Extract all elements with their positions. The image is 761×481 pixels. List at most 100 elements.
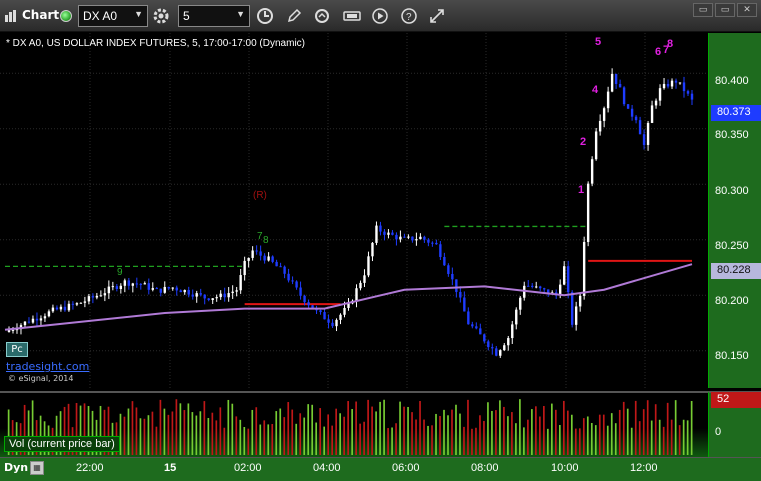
volume-bar bbox=[323, 426, 326, 455]
candle-body bbox=[451, 273, 454, 280]
volume-bar bbox=[415, 419, 417, 455]
volume-bar bbox=[219, 407, 222, 455]
candle-body bbox=[570, 292, 574, 325]
candle-body bbox=[531, 285, 534, 287]
volume-bar bbox=[479, 415, 481, 455]
scale-lock-icon[interactable]: ▦ bbox=[30, 461, 44, 475]
candle-body bbox=[403, 236, 406, 238]
time-mode-label[interactable]: Dyn bbox=[4, 461, 28, 474]
volume-bar bbox=[475, 427, 477, 455]
candle-body bbox=[670, 80, 674, 87]
volume-bar bbox=[327, 414, 330, 455]
candle-body bbox=[543, 288, 546, 290]
candle-body bbox=[467, 311, 470, 325]
candle-body bbox=[475, 326, 478, 329]
restore-button[interactable]: ▭ bbox=[693, 3, 713, 17]
volume-bar bbox=[151, 411, 154, 455]
question-icon[interactable]: ? bbox=[397, 5, 421, 27]
volume-bar bbox=[187, 403, 190, 455]
volume-bar bbox=[435, 413, 437, 455]
candle-body bbox=[610, 73, 614, 92]
volume-bar bbox=[459, 413, 461, 455]
candle-body bbox=[167, 286, 170, 289]
candle-body bbox=[539, 286, 542, 289]
price-chart[interactable]: 56 7842197 8(R) bbox=[0, 33, 708, 388]
window-controls: ▭ ▭ ✕ bbox=[693, 3, 757, 17]
connection-status-icon[interactable] bbox=[60, 10, 72, 22]
chevron-down-icon[interactable]: ▼ bbox=[134, 9, 143, 19]
count-label: 9 bbox=[117, 267, 123, 278]
volume-bar bbox=[650, 420, 653, 455]
candle-body bbox=[654, 100, 658, 106]
candle-body bbox=[471, 324, 474, 327]
candle-body bbox=[35, 318, 39, 321]
volume-bar bbox=[558, 424, 561, 455]
candle-body bbox=[283, 266, 286, 274]
candle-body bbox=[686, 91, 690, 94]
volume-bar bbox=[263, 420, 266, 455]
candle-body bbox=[187, 290, 190, 295]
link-icon[interactable] bbox=[425, 5, 449, 27]
candle-body bbox=[179, 290, 182, 293]
candle-body bbox=[295, 281, 298, 288]
candle-body bbox=[123, 280, 127, 286]
volume-bar bbox=[271, 424, 274, 455]
volume-bar bbox=[395, 423, 397, 455]
volume-bar bbox=[678, 425, 681, 455]
play-icon[interactable] bbox=[368, 5, 392, 27]
chevron-down-icon[interactable]: ▼ bbox=[236, 9, 245, 19]
candle-body bbox=[614, 73, 618, 84]
volume-bar bbox=[642, 409, 645, 455]
price-tick-label: 80.300 bbox=[715, 185, 749, 197]
volume-bar bbox=[399, 401, 401, 455]
candle-body bbox=[407, 236, 410, 238]
candle-body bbox=[590, 159, 594, 184]
clock-icon[interactable] bbox=[253, 5, 277, 27]
candle-body bbox=[111, 286, 115, 288]
volume-bar bbox=[618, 409, 621, 455]
volume-bar bbox=[674, 400, 677, 455]
time-tick-label: 22:00 bbox=[76, 462, 104, 474]
candle-body bbox=[323, 312, 326, 320]
close-button[interactable]: ✕ bbox=[737, 3, 757, 17]
candle-body bbox=[59, 306, 63, 310]
candle-body bbox=[479, 328, 482, 335]
interval-select[interactable]: 5 ▼ bbox=[178, 5, 250, 27]
candle-body bbox=[331, 322, 334, 327]
candle-body bbox=[115, 286, 119, 290]
volume-axis[interactable]: 52 0 bbox=[708, 391, 761, 457]
time-axis[interactable]: Dyn ▦ 22:00 15 02:00 04:00 06:00 08:00 1… bbox=[0, 457, 761, 481]
volume-bar bbox=[159, 399, 162, 455]
candle-body bbox=[455, 279, 458, 292]
symbol-input[interactable]: DX A0 ▼ bbox=[78, 5, 148, 27]
volume-bar bbox=[195, 415, 198, 455]
volume-bar bbox=[315, 422, 318, 455]
volume-bar bbox=[543, 405, 545, 455]
candle-body bbox=[307, 302, 310, 306]
candle-body bbox=[243, 260, 246, 276]
volume-bar bbox=[407, 406, 409, 455]
gear-icon[interactable] bbox=[150, 5, 172, 27]
price-pane[interactable]: 5 6 7 8 4 2 1 9 7 8 (R) * DX A0, US DOLLAR INDEX F… bbox=[0, 33, 708, 388]
volume-bar bbox=[630, 427, 633, 455]
volume-bar bbox=[455, 404, 457, 455]
volume-bar bbox=[622, 401, 625, 455]
volume-bar bbox=[231, 403, 234, 455]
volume-bar bbox=[666, 402, 669, 455]
price-axis[interactable]: 80.400 80.350 80.300 80.250 80.200 80.15… bbox=[708, 33, 761, 388]
pencil-icon[interactable] bbox=[282, 5, 306, 27]
tools-icon[interactable] bbox=[340, 5, 364, 27]
candle-body bbox=[51, 307, 55, 312]
volume-bar bbox=[123, 416, 126, 455]
volume-bar bbox=[363, 421, 365, 455]
maximize-button[interactable]: ▭ bbox=[715, 3, 735, 17]
brand-link[interactable]: tradesight.com bbox=[6, 360, 89, 373]
refresh-icon[interactable] bbox=[310, 5, 334, 27]
candle-body bbox=[23, 321, 27, 326]
pc-badge[interactable]: Pc bbox=[6, 342, 28, 357]
candle-body bbox=[519, 297, 522, 310]
volume-label[interactable]: Vol (current price bar) bbox=[4, 436, 120, 452]
volume-bar bbox=[610, 413, 613, 455]
volume-bar bbox=[191, 412, 194, 455]
volume-bar bbox=[503, 406, 505, 455]
